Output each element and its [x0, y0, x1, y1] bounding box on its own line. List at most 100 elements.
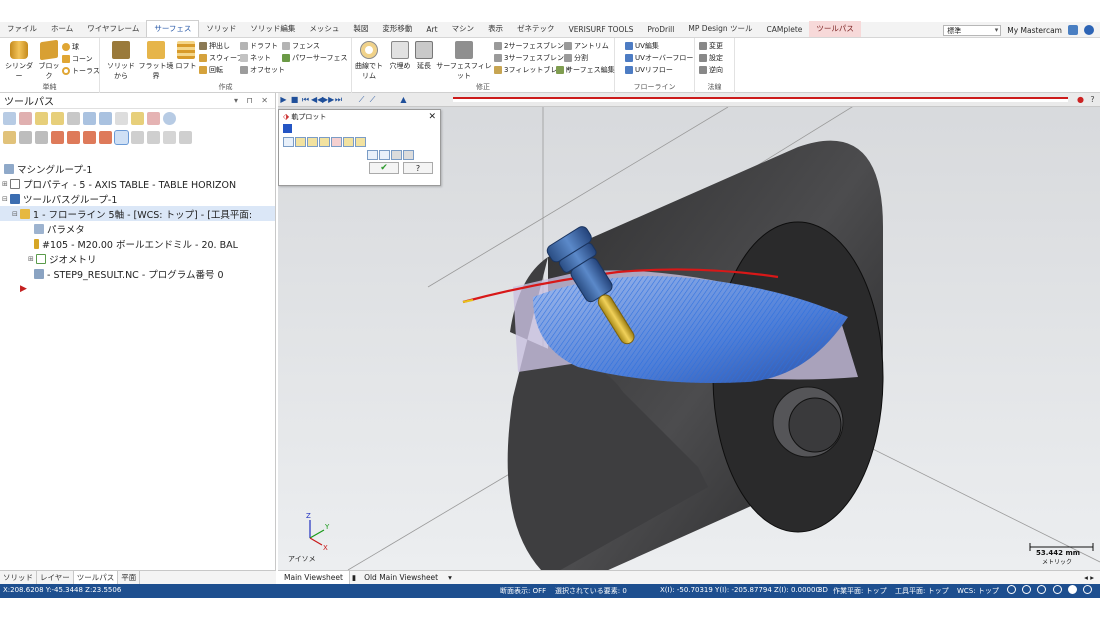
ribbon-tab-15[interactable]: MP Design ツール	[681, 21, 759, 37]
lock-icon[interactable]	[3, 131, 16, 144]
insert-arrow-icon[interactable]	[83, 131, 96, 144]
three-surface-blend-button[interactable]: 3サーフェスブレンド	[494, 53, 571, 63]
step-forward-icon[interactable]: ▶▶	[322, 95, 334, 105]
cone-button[interactable]: コーン	[62, 54, 93, 64]
tree-node-geometry[interactable]: ⊞ ジオメトリ	[0, 251, 275, 266]
collapse-icon[interactable]	[147, 131, 160, 144]
display-holder-icon[interactable]	[295, 137, 306, 147]
view-rotate-icon[interactable]	[1037, 585, 1047, 594]
options-icon[interactable]	[163, 131, 176, 144]
display-info-icon[interactable]	[343, 137, 354, 147]
coordinate-readout[interactable]: X(I): -50.70319 Y(I): -205.87794 Z(I): 0…	[660, 586, 820, 594]
move-up-icon[interactable]	[67, 131, 80, 144]
quick-verify-icon[interactable]	[355, 137, 366, 147]
split-button[interactable]: 分割	[564, 53, 588, 63]
view-wire-icon[interactable]	[1083, 585, 1093, 594]
tab-solids[interactable]: ソリッド	[0, 571, 37, 584]
comment-icon[interactable]	[1068, 25, 1078, 35]
tab-main-viewsheet[interactable]: Main Viewsheet	[278, 570, 350, 585]
view-cube-icon[interactable]	[1007, 585, 1016, 594]
backplot-expand-icon[interactable]	[283, 124, 292, 133]
add-viewsheet-icon[interactable]: ▾	[444, 573, 456, 582]
screenshot-icon[interactable]	[391, 150, 402, 160]
close-icon[interactable]: ✕	[428, 112, 436, 122]
flat-boundary-button[interactable]: フラット境界	[138, 41, 174, 81]
style-select[interactable]: 標準	[943, 24, 1002, 36]
stop-condition-icon[interactable]: ●	[1075, 95, 1086, 105]
ribbon-tab-12[interactable]: ゼネテック	[510, 21, 562, 37]
help-icon[interactable]	[1084, 25, 1094, 35]
ribbon-tab-17[interactable]: ツールパス	[809, 21, 861, 37]
panel-window-controls[interactable]: ▾ ⊓ ✕	[234, 96, 271, 105]
mode-3d[interactable]: 3D	[818, 586, 828, 594]
uv-edit-button[interactable]: UV編集	[625, 41, 659, 51]
path-color-icon[interactable]	[379, 150, 390, 160]
extrude-button[interactable]: 押出し	[199, 41, 230, 51]
display-tool-icon[interactable]	[283, 137, 294, 147]
power-surface-button[interactable]: パワーサーフェス	[282, 53, 347, 63]
fence-button[interactable]: フェンス	[282, 41, 320, 51]
tree-node-nc-file[interactable]: - STEP9_RESULT.NC - プログラム番号 0	[0, 266, 275, 281]
ribbon-tab-8[interactable]: 変形移動	[375, 21, 419, 37]
ribbon-tab-3[interactable]: サーフェス	[146, 20, 200, 37]
select-failed-icon[interactable]	[19, 112, 32, 125]
ribbon-tab-16[interactable]: CAMplete	[760, 23, 810, 37]
ribbon-tab-1[interactable]: ホーム	[44, 21, 80, 37]
normal-reverse-button[interactable]: 逆向	[699, 65, 723, 75]
tab-layers[interactable]: レイヤー	[37, 571, 74, 584]
viewsheet-scroll-icon[interactable]: ◂ ▸	[1084, 573, 1094, 582]
expand-toggle-icon[interactable]: ⊞	[28, 255, 36, 263]
g1-icon[interactable]	[115, 112, 128, 125]
tab-old-main-viewsheet[interactable]: Old Main Viewsheet	[358, 573, 444, 582]
ribbon-tab-7[interactable]: 製図	[346, 21, 375, 37]
view-zoom-icon[interactable]	[1052, 585, 1062, 594]
tree-node-parameters[interactable]: パラメタ	[0, 221, 275, 236]
save-icon[interactable]	[403, 150, 414, 160]
net-button[interactable]: ネット	[240, 53, 271, 63]
ribbon-tab-4[interactable]: ソリッド	[199, 21, 243, 37]
tree-node-operation-1[interactable]: ⊟ 1 - フローライン 5軸 - [WCS: トップ] - [工具平面:	[0, 206, 275, 221]
ribbon-tab-10[interactable]: マシン	[445, 21, 482, 37]
path-trail-icon[interactable]	[367, 150, 378, 160]
tab-planes[interactable]: 平面	[118, 571, 141, 584]
view-globe-icon[interactable]	[1022, 585, 1032, 594]
collapse-toggle-icon[interactable]: ⊟	[2, 195, 10, 203]
revolve-button[interactable]: 回転	[199, 65, 223, 75]
torus-button[interactable]: トーラス	[62, 66, 100, 76]
sphere-button[interactable]: 球	[62, 42, 79, 52]
normal-change-button[interactable]: 変更	[699, 41, 723, 51]
regenerate-dirty-icon[interactable]	[51, 112, 64, 125]
expand-toggle-icon[interactable]: ⊞	[2, 180, 10, 188]
from-solid-button[interactable]: ソリッドから	[104, 41, 138, 81]
ribbon-tab-2[interactable]: ワイヤフレーム	[80, 21, 146, 37]
untrim-button[interactable]: アントリム	[564, 41, 609, 51]
post-icon[interactable]	[131, 112, 144, 125]
stop-icon[interactable]: ■	[289, 95, 300, 105]
ribbon-tab-14[interactable]: ProDrill	[640, 23, 681, 37]
ribbon-tab-13[interactable]: VERISURF TOOLS	[562, 23, 641, 37]
playback-timeline[interactable]	[453, 97, 1068, 102]
expand-icon[interactable]	[131, 131, 144, 144]
help-button[interactable]: ?	[403, 162, 433, 174]
wcs-status[interactable]: WCS: トップ	[957, 586, 999, 596]
uv-reflow-button[interactable]: UVリフロー	[625, 65, 673, 75]
select-all-icon[interactable]	[3, 112, 16, 125]
normal-set-button[interactable]: 設定	[699, 53, 723, 63]
play-icon[interactable]: ▶	[278, 95, 289, 105]
backplot-icon[interactable]	[99, 112, 112, 125]
fast-forward-icon[interactable]: ⏭	[333, 95, 344, 105]
path-display-icon[interactable]: ⟋	[356, 95, 367, 105]
viewport-help-icon[interactable]: ?	[1087, 95, 1098, 105]
trim-to-curve-button[interactable]: 曲線でトリム	[352, 41, 386, 81]
ribbon-tab-5[interactable]: ソリッド編集	[243, 21, 302, 37]
section-view-status[interactable]: 断面表示: OFF	[500, 586, 546, 596]
toggle-post-icon[interactable]	[35, 131, 48, 144]
help-round-icon[interactable]	[163, 112, 176, 125]
two-surface-blend-button[interactable]: 2サーフェスブレンド	[494, 41, 571, 51]
collapse-toggle-icon[interactable]: ⊟	[12, 210, 20, 218]
view-shade-icon[interactable]	[1067, 585, 1077, 594]
tree-node-tool[interactable]: #105 - M20.00 ボールエンドミル - 20. BAL	[0, 236, 275, 251]
loft-button[interactable]: ロフト	[175, 41, 197, 71]
step-back-icon[interactable]: ◀◀	[311, 95, 323, 105]
uv-overflow-button[interactable]: UVオーバーフロー	[625, 53, 693, 63]
